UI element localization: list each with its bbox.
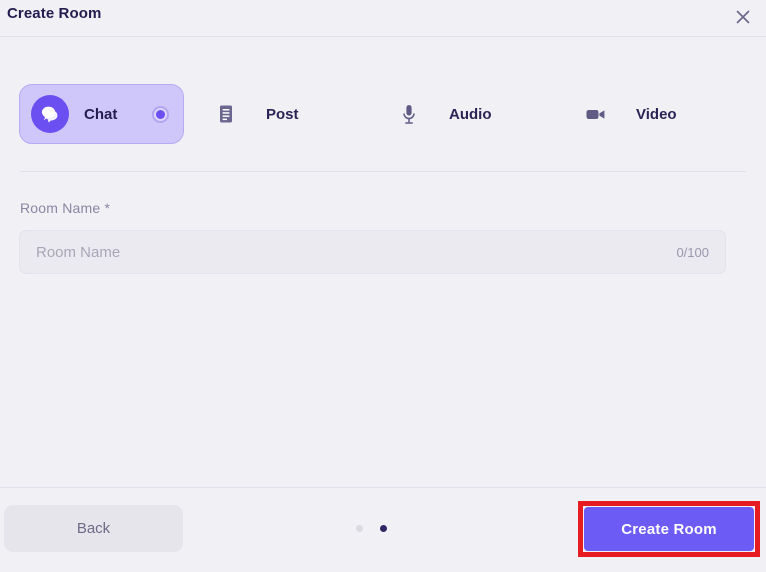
room-name-input[interactable] [20, 231, 676, 273]
radio-dot [156, 110, 165, 119]
room-name-label: Room Name * [20, 200, 110, 216]
tabs-divider [20, 171, 746, 172]
chat-bubbles-icon [31, 95, 69, 133]
footer-divider [0, 487, 766, 488]
microphone-icon [395, 104, 423, 125]
char-counter: 0/100 [676, 245, 725, 260]
document-icon [212, 104, 240, 124]
tab-chat-label: Chat [84, 106, 117, 123]
tab-audio[interactable]: Audio [395, 84, 515, 144]
video-camera-icon [582, 106, 610, 122]
room-type-selector: Chat Post Audio [0, 84, 766, 144]
pagination-dot-1[interactable] [356, 525, 363, 532]
tab-audio-label: Audio [449, 106, 492, 123]
tab-post[interactable]: Post [212, 84, 332, 144]
page-title: Create Room [7, 5, 101, 22]
pagination-dot-2[interactable] [380, 525, 387, 532]
create-room-button[interactable]: Create Room [584, 507, 754, 551]
back-button[interactable]: Back [4, 505, 183, 552]
room-name-field[interactable]: 0/100 [19, 230, 726, 274]
tab-chat[interactable]: Chat [19, 84, 184, 144]
close-icon [733, 7, 753, 27]
tab-post-label: Post [266, 106, 299, 123]
pagination-dots [356, 521, 398, 535]
tab-chat-radio[interactable] [152, 106, 169, 123]
dialog-header [0, 0, 766, 37]
tab-video-label: Video [636, 106, 677, 123]
tab-video[interactable]: Video [582, 84, 712, 144]
close-button[interactable] [728, 2, 758, 32]
